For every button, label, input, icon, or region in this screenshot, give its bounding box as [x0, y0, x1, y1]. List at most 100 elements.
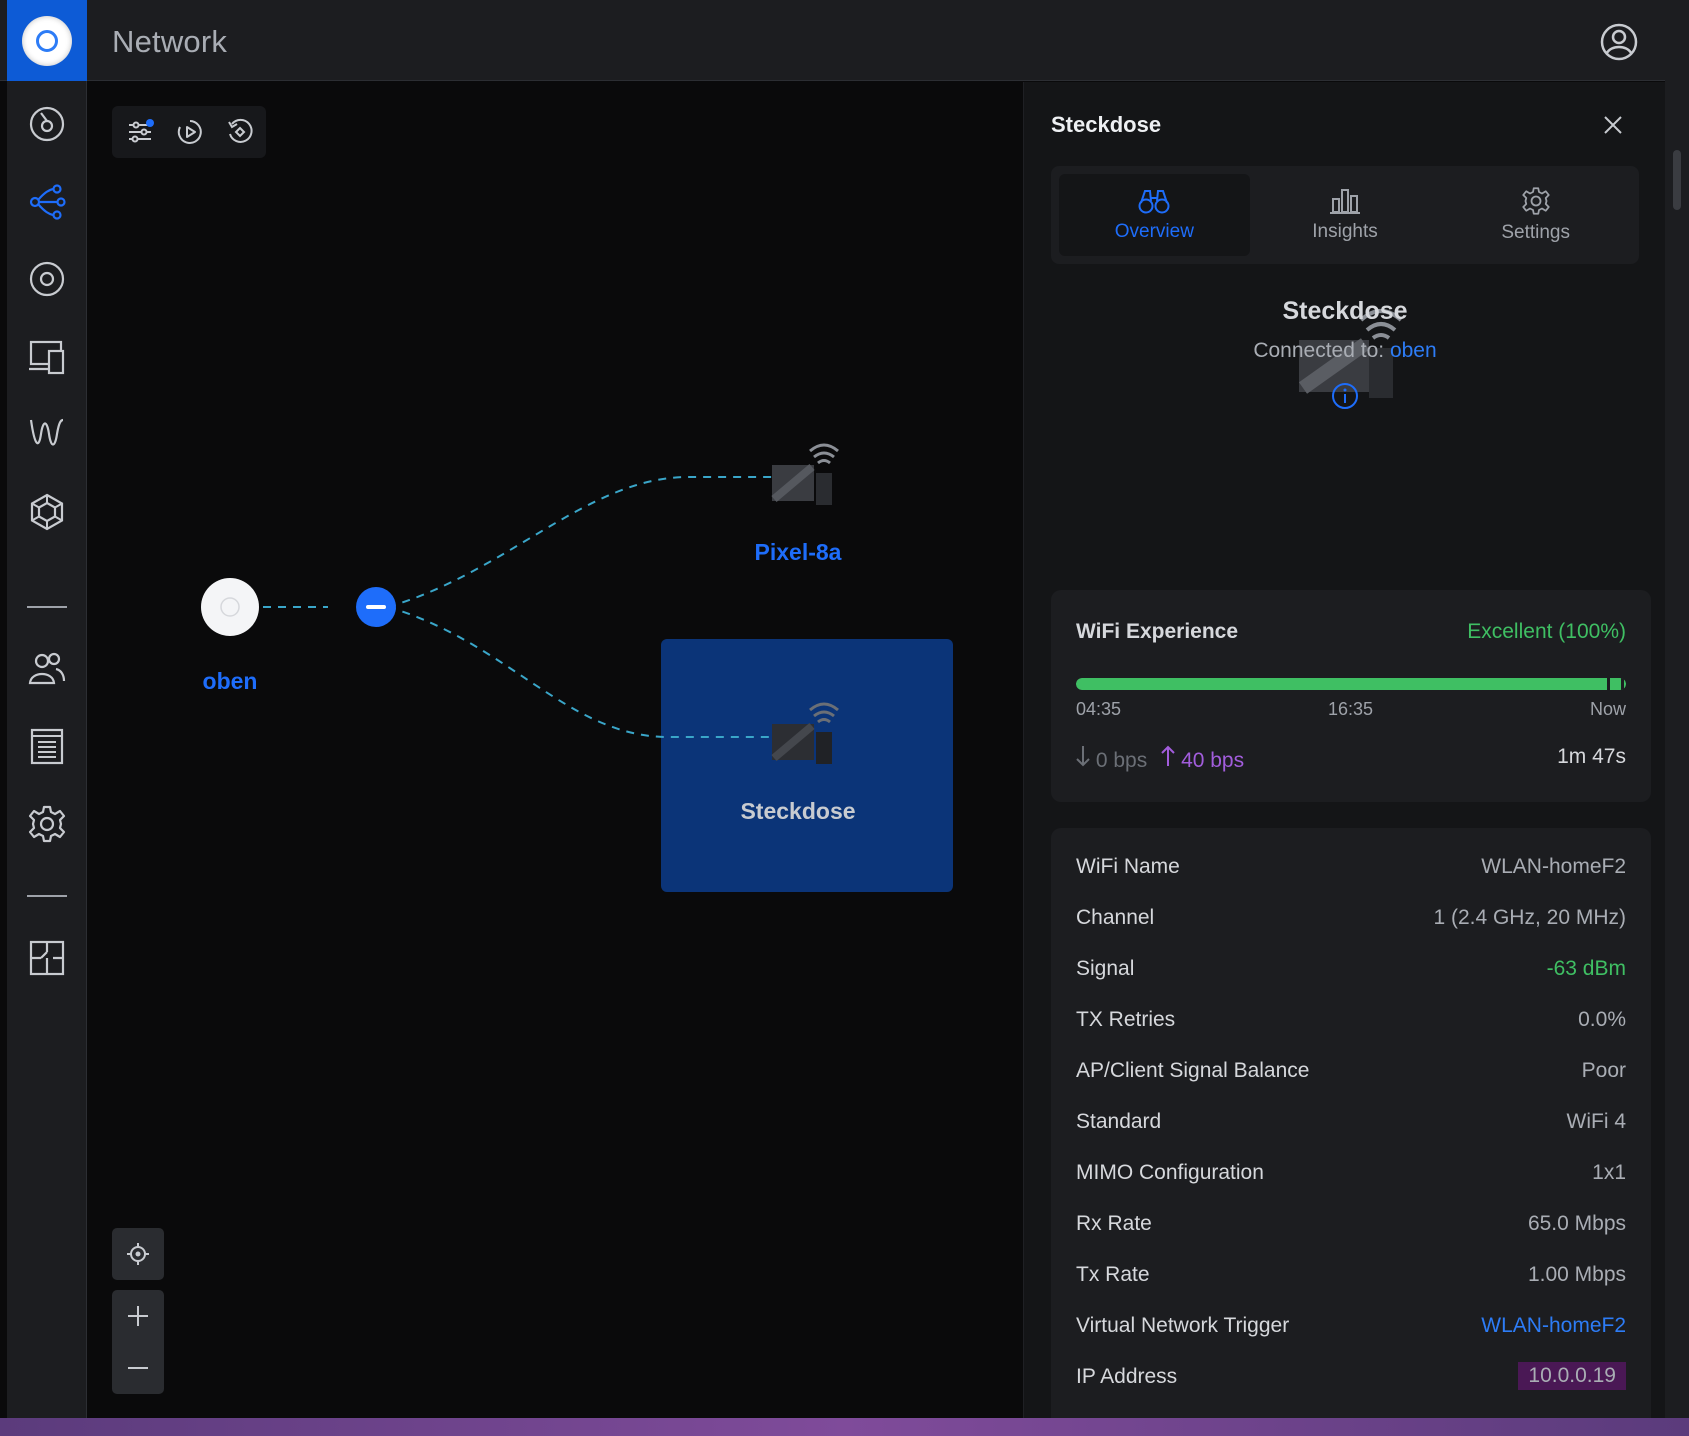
wifi-experience-status: Excellent (100%) [1467, 620, 1626, 643]
detail-value: 0.0% [1578, 1008, 1626, 1031]
connected-label: Connected to: [1253, 339, 1385, 362]
info-icon [1332, 383, 1358, 409]
connected-ap-link[interactable]: oben [1390, 339, 1437, 362]
topology-icon [29, 184, 66, 220]
nav-insights[interactable] [27, 414, 67, 454]
scroll-thumb[interactable] [1673, 150, 1681, 210]
link-hub-steckdose [387, 606, 778, 738]
upload-rate: 40 bps [1161, 745, 1244, 773]
detail-value: 65.0 Mbps [1527, 1212, 1626, 1235]
reset-layout-button[interactable] [224, 116, 256, 148]
arrow-down-icon [1076, 746, 1090, 767]
waveform-icon [29, 418, 64, 446]
tab-insights-label: Insights [1312, 221, 1378, 242]
detail-row: Tx Rate 1.00 Mbps [1076, 1263, 1626, 1293]
detail-value: 1x1 [1592, 1161, 1626, 1184]
ap-node-icon[interactable] [201, 578, 259, 636]
detail-value: WiFi 4 [1566, 1110, 1627, 1133]
zoom-in-button[interactable] [112, 1290, 164, 1342]
nav-settings[interactable] [27, 804, 67, 844]
nav-floorplan[interactable] [27, 938, 67, 978]
topology-graph [201, 443, 839, 764]
pixel-device-icon[interactable] [771, 443, 839, 505]
tab-overview[interactable]: Overview [1059, 174, 1250, 256]
detail-key: WiFi Name [1076, 855, 1180, 878]
link-hub-pixel [387, 476, 778, 608]
left-nav [7, 81, 87, 1418]
detail-value[interactable]: WLAN-homeF2 [1481, 1314, 1626, 1338]
user-account-button[interactable] [1599, 22, 1639, 62]
detail-row: Channel 1 (2.4 GHz, 20 MHz) [1076, 906, 1626, 936]
nav-logs[interactable] [27, 726, 67, 766]
tab-overview-label: Overview [1114, 221, 1194, 242]
page-scrollbar[interactable] [1665, 0, 1689, 1436]
wifi-experience-title: WiFi Experience [1076, 620, 1239, 643]
time-end-label: Now [1589, 699, 1626, 719]
detail-row: Virtual Network Trigger WLAN-homeF2 [1076, 1314, 1626, 1344]
logo-icon [22, 15, 72, 66]
detail-row: MIMO Configuration 1x1 [1076, 1161, 1626, 1191]
details-card: WiFi Name WLAN-homeF2 Channel 1 (2.4 GHz, 2… [1051, 828, 1651, 1428]
nav-dashboard[interactable] [27, 104, 67, 144]
close-icon [1604, 116, 1622, 134]
detail-row: Signal -63 dBm [1076, 957, 1626, 987]
time-mid-label: 16:35 [1328, 699, 1374, 719]
recenter-button[interactable] [112, 1228, 164, 1280]
nav-divider [27, 895, 67, 897]
steckdose-node-label[interactable]: Steckdose [718, 798, 878, 825]
list-icon [30, 728, 64, 765]
ap-node-label[interactable]: oben [170, 668, 290, 695]
clients-icon [29, 340, 65, 375]
filter-active-dot [146, 119, 154, 127]
close-panel-button[interactable] [1598, 110, 1628, 140]
detail-key: Rx Rate [1076, 1212, 1152, 1235]
nav-devices[interactable] [27, 259, 67, 299]
connection-uptime: 1m 47s [1557, 745, 1626, 768]
tab-insights[interactable]: Insights [1250, 174, 1441, 256]
detail-key: MIMO Configuration [1076, 1161, 1264, 1184]
gear-icon [1522, 187, 1550, 215]
topology-canvas[interactable]: oben Pixel-8a Steckdose [88, 82, 1023, 1418]
arrow-up-icon [1161, 745, 1175, 766]
time-start-label: 04:35 [1076, 699, 1122, 719]
pixel-node-label[interactable]: Pixel-8a [728, 539, 868, 566]
users-icon [28, 652, 66, 685]
nav-topology[interactable] [27, 182, 67, 222]
map-toolbar [112, 106, 266, 158]
tab-settings[interactable]: Settings [1440, 174, 1631, 256]
detail-value: WLAN-homeF2 [1481, 855, 1626, 878]
reset-icon [228, 118, 253, 143]
nav-clients[interactable] [27, 337, 67, 377]
detail-key: TX Retries [1076, 1008, 1176, 1031]
detail-value: 10.0.0.19 [1518, 1362, 1626, 1390]
detail-key: Channel [1076, 906, 1155, 929]
device-ring-icon [29, 261, 65, 297]
crosshair-icon [127, 1243, 149, 1265]
wifi-experience-bar[interactable] [1076, 678, 1626, 690]
panel-tabs: Overview Insights Settings [1051, 166, 1639, 264]
binoculars-icon [1138, 190, 1170, 214]
detail-row: AP/Client Signal Balance Poor [1076, 1059, 1626, 1089]
connected-to: Connected to: oben [1051, 339, 1639, 363]
collapse-group-icon[interactable] [356, 587, 396, 627]
zoom-controls [112, 1228, 164, 1394]
filter-button[interactable] [124, 116, 156, 148]
steckdose-device-icon[interactable] [771, 702, 839, 764]
detail-key: IP Address [1076, 1365, 1178, 1388]
plus-icon [128, 1306, 148, 1326]
download-rate-value: 0 bps [1095, 749, 1148, 772]
device-name: Steckdose [1282, 297, 1408, 325]
nav-users[interactable] [27, 649, 67, 689]
info-button[interactable] [1330, 381, 1360, 411]
dashboard-icon [29, 106, 65, 142]
detail-row: Rx Rate 65.0 Mbps [1076, 1212, 1626, 1242]
app-logo-button[interactable] [7, 0, 87, 81]
user-icon [1600, 23, 1638, 61]
device-detail-panel: Steckdose Overview Insights Settings Ste… [1023, 82, 1665, 1428]
zoom-out-button[interactable] [112, 1342, 164, 1394]
detail-row: WiFi Name WLAN-homeF2 [1076, 855, 1626, 885]
nav-integrations[interactable] [27, 492, 67, 532]
play-button[interactable] [174, 116, 206, 148]
download-rate: 0 bps [1076, 745, 1147, 773]
panel-title: Steckdose [1051, 112, 1162, 137]
